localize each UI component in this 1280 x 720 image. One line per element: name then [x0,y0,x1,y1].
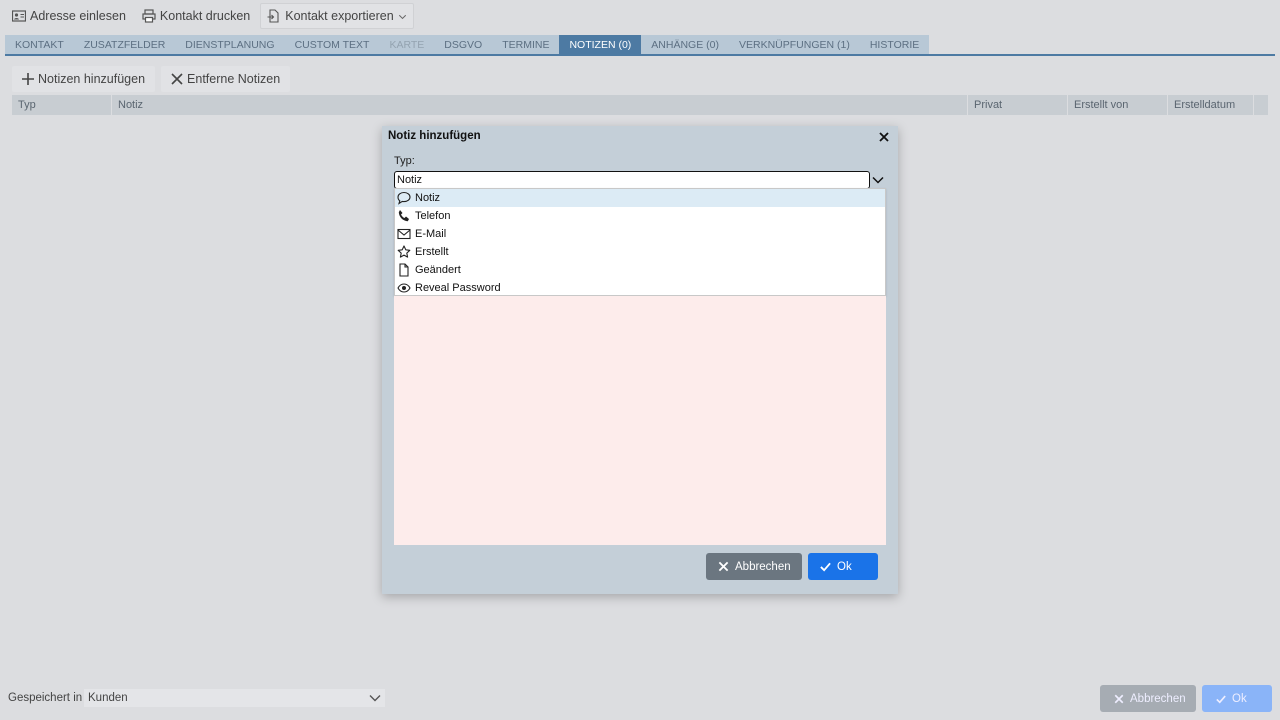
option-label: Notiz [415,192,441,204]
type-combobox[interactable] [394,171,884,189]
read-address-button[interactable]: Adresse einlesen [6,3,132,29]
print-contact-button[interactable]: Kontakt drucken [136,3,256,29]
tab-kontakt[interactable]: KONTAKT [5,35,74,54]
tab-custom-text[interactable]: CUSTOM TEXT [284,35,380,54]
notes-grid-header: Typ Notiz Privat Erstellt von Erstelldat… [12,95,1268,115]
column-header-erstelldatum[interactable]: Erstelldatum [1168,95,1254,115]
footer-ok-label: Ok [1232,692,1247,705]
footer-cancel-button[interactable]: Abbrechen [1100,685,1196,712]
tab-notizen[interactable]: NOTIZEN (0) [559,35,642,54]
option-notiz[interactable]: Notiz [395,189,885,207]
saved-in-select[interactable]: Kunden [84,689,385,707]
remove-notes-button[interactable]: Entferne Notizen [161,66,291,92]
footer-bar: Gespeichert in Kunden Abbrechen Ok [0,684,1280,714]
notes-toolbar: Notizen hinzufügen Entferne Notizen [12,66,291,92]
option-label: E-Mail [415,228,447,240]
close-icon[interactable] [878,131,890,143]
phone-icon [398,210,409,222]
speech-bubble-icon [397,191,411,205]
tab-dsgvo[interactable]: DSGVO [434,35,493,54]
export-contact-label: Kontakt exportieren [285,9,394,23]
chevron-down-icon [369,695,381,702]
close-icon [171,73,183,85]
option-label: Telefon [415,210,451,222]
tab-karte[interactable]: KARTE [379,35,435,54]
tab-bar: KONTAKT ZUSATZFELDER DIENSTPLANUNG CUSTO… [5,35,1275,56]
type-input[interactable] [394,171,870,189]
dialog-ok-label: Ok [837,560,852,573]
footer-cancel-label: Abbrechen [1130,692,1186,705]
dialog-cancel-button[interactable]: Abbrechen [706,553,802,580]
column-header-erstellt-von[interactable]: Erstellt von [1068,95,1168,115]
export-contact-button[interactable]: Kontakt exportieren [260,3,414,29]
type-dropdown-list: Notiz Telefon E-Mail Erstellt Geändert R… [394,188,886,296]
tab-anhaenge[interactable]: ANHÄNGE (0) [641,35,729,54]
checkmark-icon [1216,695,1226,704]
dialog-ok-button[interactable]: Ok [808,553,878,580]
option-label: Reveal Password [415,282,501,294]
column-header-typ[interactable]: Typ [12,95,112,115]
read-address-label: Adresse einlesen [30,9,126,23]
envelope-icon [397,228,411,240]
close-icon [718,561,729,572]
saved-in-value: Kunden [88,692,128,704]
add-notes-button[interactable]: Notizen hinzufügen [12,66,156,92]
add-note-dialog: Notiz hinzufügen Typ: Notiz Telefon E-Ma… [382,126,898,594]
add-notes-label: Notizen hinzufügen [38,72,146,86]
option-reveal-password[interactable]: Reveal Password [395,279,885,297]
tab-dienstplanung[interactable]: DIENSTPLANUNG [175,35,285,54]
tab-zusatzfelder[interactable]: ZUSATZFELDER [73,35,176,54]
printer-icon [142,9,156,23]
export-icon [267,9,279,23]
saved-in-label: Gespeichert in [8,692,83,704]
option-e-mail[interactable]: E-Mail [395,225,885,243]
option-label: Erstellt [415,246,449,258]
column-header-notiz[interactable]: Notiz [112,95,968,115]
column-header-privat[interactable]: Privat [968,95,1068,115]
plus-icon [22,73,34,85]
close-icon [1114,694,1124,703]
checkmark-icon [820,562,831,572]
option-geaendert[interactable]: Geändert [395,261,885,279]
option-label: Geändert [415,264,461,276]
dialog-cancel-label: Abbrechen [735,560,791,573]
dialog-title: Notiz hinzufügen [388,130,481,142]
document-icon [399,263,409,277]
contact-card-icon [12,10,26,22]
star-icon [397,245,411,258]
tab-verknuepfungen[interactable]: VERKNÜPFUNGEN (1) [728,35,860,54]
option-telefon[interactable]: Telefon [395,207,885,225]
footer-ok-button[interactable]: Ok [1202,685,1272,712]
type-label: Typ: [394,155,415,167]
main-toolbar: Adresse einlesen Kontakt drucken Kontakt… [0,0,1280,32]
eye-icon [397,283,411,293]
option-erstellt[interactable]: Erstellt [395,243,885,261]
tab-termine[interactable]: TERMINE [492,35,560,54]
note-text-area[interactable] [394,296,886,545]
tab-historie[interactable]: HISTORIE [859,35,930,54]
print-contact-label: Kontakt drucken [159,9,251,23]
remove-notes-label: Entferne Notizen [187,72,281,86]
chevron-down-icon [398,14,406,19]
chevron-down-icon[interactable] [872,174,884,186]
